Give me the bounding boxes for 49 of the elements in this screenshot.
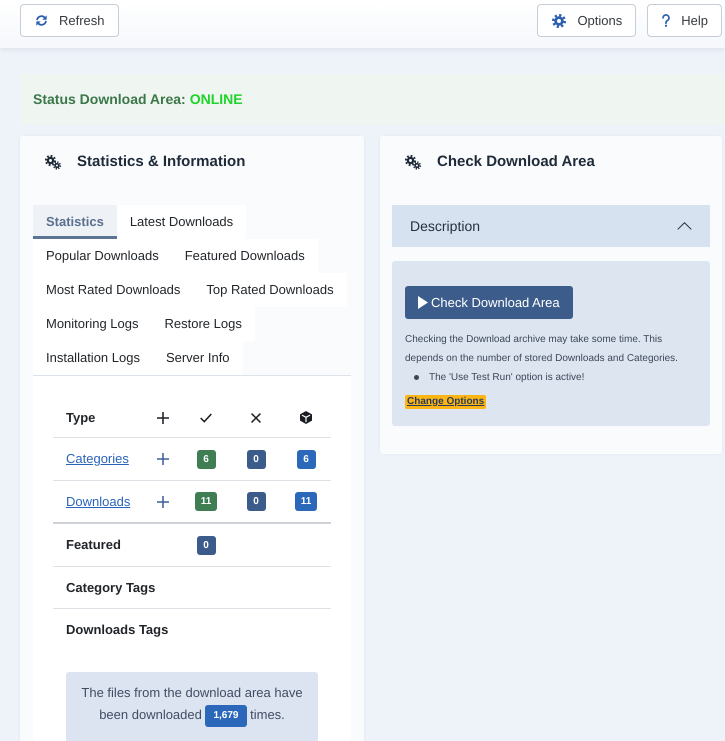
tab[interactable]: Featured Downloads [172,239,318,273]
row-label: Downloads Tags [66,622,168,636]
change-options-link[interactable]: Change Options [405,394,486,408]
accordion-header[interactable]: Description [392,205,710,247]
count-badge: 0 [196,536,216,554]
cross-icon [251,412,261,422]
row-label: Category Tags [66,580,156,594]
plus-icon [157,412,169,424]
count-badge: 11 [294,492,318,511]
count-badge: 0 [246,492,266,511]
plus-icon[interactable] [157,496,169,508]
play-icon [418,296,428,309]
status-label: Status Download Area: [33,90,186,109]
toolbar-button[interactable]: Help [647,4,722,37]
refresh-icon [35,14,48,27]
check-button[interactable]: Check Download Area [405,286,573,319]
table-link[interactable]: Categories [66,451,129,466]
gears-icon [405,154,422,170]
status-value: ONLINE [190,90,243,109]
count-badge: 11 [194,492,218,511]
download-count-text: The files from the download area have been downloaded 1,679 times. [80,682,304,727]
tab[interactable]: Monitoring Logs [33,307,152,341]
tab[interactable]: Latest Downloads [116,205,246,239]
tab[interactable]: Restore Logs [152,307,255,341]
tab[interactable]: Most Rated Downloads [33,273,194,307]
gears-icon [45,154,62,170]
row-label: Featured [66,537,121,552]
toolbar-button[interactable]: Refresh [20,4,119,37]
panel-title: Statistics & Information [77,152,246,172]
panel-title: Check Download Area [437,152,595,172]
bullet-icon [414,374,419,380]
tab[interactable]: Statistics [33,205,117,239]
check-icon [200,412,212,422]
note-text: The 'Use Test Run' option is active! [429,370,584,385]
tab[interactable]: Top Rated Downloads [193,273,347,307]
description-text: Checking the Download archive may take some time. This depends on the number of stored Downloads and Categories. [405,333,679,366]
tab[interactable]: Server Info [152,341,243,375]
count-badge: 0 [246,450,266,468]
count-badge: 6 [296,450,316,468]
settings-icon [552,14,566,28]
tab[interactable]: Installation Logs [33,341,153,375]
column-header: Type [66,410,96,424]
help-icon [662,14,670,27]
plus-icon[interactable] [157,453,169,465]
cube-icon [300,411,312,424]
table-link[interactable]: Downloads [66,494,130,508]
toolbar-button[interactable]: Options [537,4,636,37]
count-badge: 6 [196,450,216,468]
tab[interactable]: Popular Downloads [33,239,172,273]
